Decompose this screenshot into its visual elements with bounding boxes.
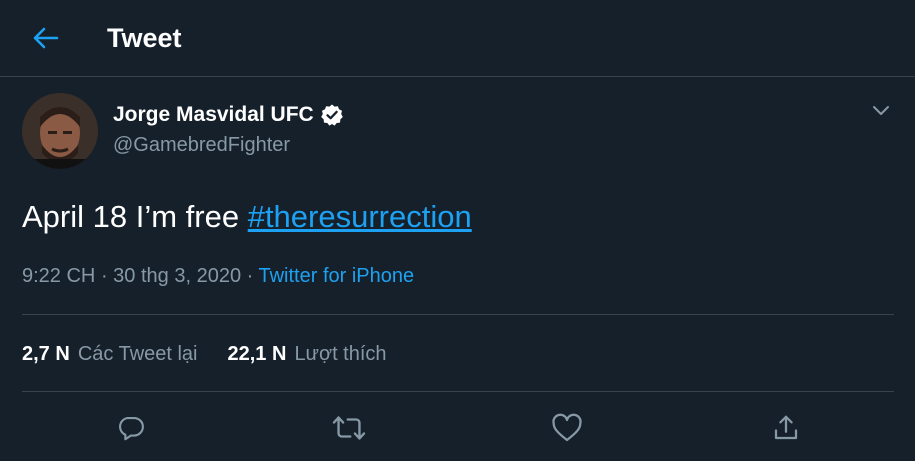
- likes-label: Lượt thích: [294, 343, 387, 365]
- top-bar: Tweet: [0, 0, 915, 77]
- retweets-label: Các Tweet lại: [77, 343, 198, 365]
- tweet-meta: 9:22 CH · 30 thg 3, 2020 · Twitter for i…: [22, 262, 414, 290]
- reply-button[interactable]: [113, 410, 149, 446]
- share-button[interactable]: [768, 410, 804, 446]
- tweet-body: April 18 I’m free: [22, 199, 248, 234]
- author-name[interactable]: Jorge Masvidal UFC: [113, 101, 344, 129]
- likes-stat[interactable]: 22,1 N Lượt thích: [228, 340, 387, 368]
- like-icon: [552, 413, 582, 442]
- hashtag-link[interactable]: #theresurrection: [248, 199, 472, 234]
- retweets-stat[interactable]: 2,7 N Các Tweet lại: [22, 340, 198, 368]
- tweet-time: 9:22 CH: [22, 265, 96, 287]
- tweet-date[interactable]: 30 thg 3, 2020: [113, 265, 241, 287]
- avatar[interactable]: [22, 93, 98, 169]
- retweet-icon: [332, 416, 366, 440]
- reply-icon: [119, 416, 144, 441]
- like-button[interactable]: [549, 410, 585, 446]
- arrow-left-icon: [33, 27, 59, 49]
- tweet-source-link[interactable]: Twitter for iPhone: [259, 265, 415, 287]
- tweet-text: April 18 I’m free #theresurrection: [22, 197, 472, 237]
- likes-count: 22,1 N: [227, 343, 287, 365]
- verified-badge-icon: [320, 104, 343, 126]
- divider: [22, 391, 894, 392]
- meta-separator: ·: [246, 265, 254, 287]
- author-name-text: Jorge Masvidal UFC: [113, 103, 314, 126]
- more-options-button[interactable]: [869, 98, 893, 122]
- author-handle[interactable]: @GamebredFighter: [113, 132, 290, 158]
- retweet-button[interactable]: [331, 410, 367, 446]
- back-button[interactable]: [25, 18, 67, 58]
- meta-separator: ·: [100, 265, 108, 287]
- divider: [22, 314, 894, 315]
- share-icon: [774, 415, 798, 440]
- tweet-stats: 2,7 N Các Tweet lại 22,1 N Lượt thích: [22, 340, 417, 368]
- page-title: Tweet: [107, 23, 182, 53]
- retweets-count: 2,7 N: [22, 343, 70, 365]
- avatar-image: [22, 93, 98, 169]
- chevron-down-icon: [873, 106, 889, 115]
